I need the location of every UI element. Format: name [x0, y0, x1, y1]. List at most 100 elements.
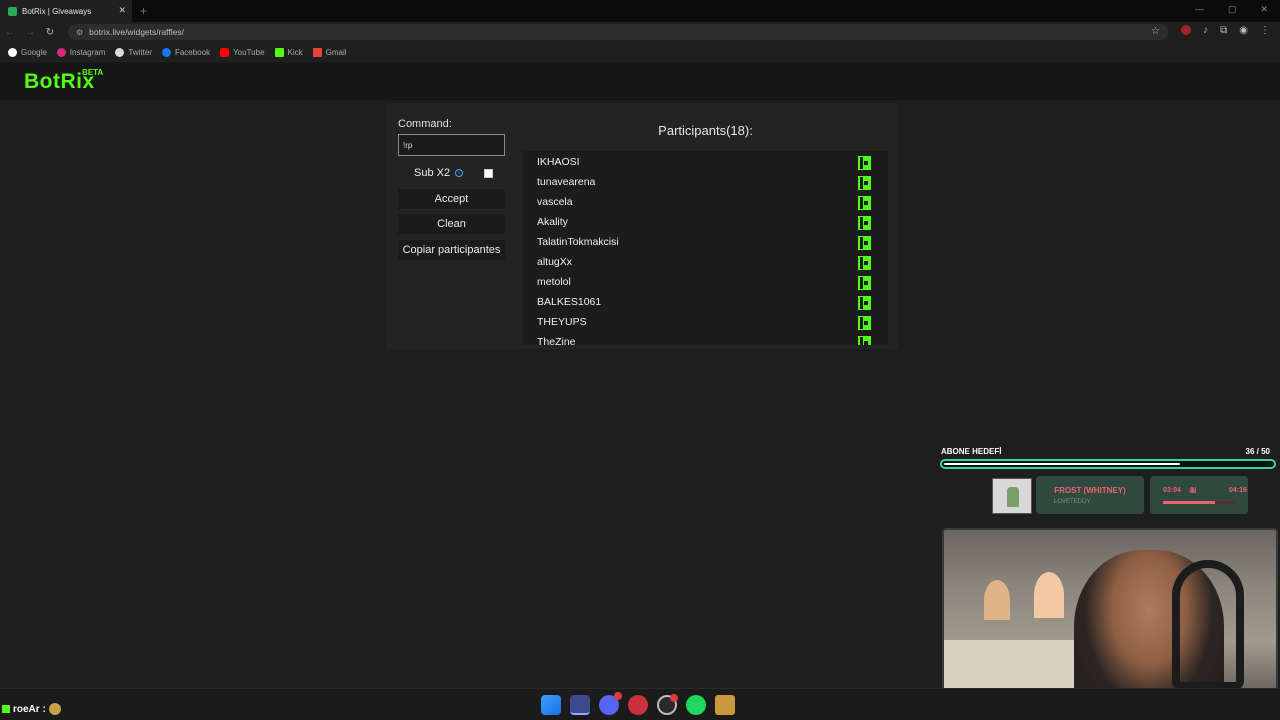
participant-name: Akality [537, 216, 568, 228]
windows-start-icon[interactable] [541, 695, 561, 715]
spotify-icon[interactable] [686, 695, 706, 715]
sub-x2-label: Sub X2 [414, 167, 451, 179]
extension-badge-icon[interactable] [1181, 25, 1192, 35]
site-settings-icon[interactable]: ⚙ [76, 28, 83, 37]
minimize-icon[interactable]: — [1195, 4, 1204, 15]
forward-icon[interactable]: → [20, 27, 40, 38]
cartoon-figure [1034, 572, 1064, 618]
google-icon [8, 47, 17, 57]
subscriber-goal-widget: ABONE HEDEFİ 36 / 50 [940, 447, 1276, 471]
bookmark-google[interactable]: Google [8, 47, 47, 57]
browser-tab[interactable]: BotRix | Giveaways ✕ [0, 0, 132, 22]
bookmark-label: Google [21, 47, 47, 57]
taskbar-icons [541, 692, 735, 715]
app-icon[interactable] [570, 695, 590, 715]
kick-icon [2, 705, 10, 713]
participants-list[interactable]: IKHAOSI tunavearena vascela Akality TalatinT… [523, 151, 888, 345]
reload-icon[interactable]: ↻ [40, 27, 60, 38]
bookmark-gmail[interactable]: Gmail [312, 47, 347, 57]
raffle-panel: Command: Sub X2 i Accept Clean Copiar pa… [386, 103, 898, 349]
copy-participants-button[interactable]: Copiar participantes [398, 240, 505, 260]
participant-row: vascela [523, 193, 888, 213]
close-window-icon[interactable]: ✕ [1260, 4, 1268, 15]
maximize-icon[interactable]: ▢ [1228, 4, 1237, 15]
participant-name: IKHAOSI [537, 156, 580, 168]
participant-row: IKHAOSI [523, 153, 888, 173]
participant-name: THEYUPS [537, 316, 587, 328]
kick-icon [274, 47, 284, 57]
botrix-favicon-icon [8, 6, 17, 16]
participant-name: vascela [537, 196, 573, 208]
bookmark-youtube[interactable]: YouTube [220, 47, 265, 57]
discord-icon[interactable] [599, 692, 622, 715]
back-icon[interactable]: ← [0, 27, 20, 38]
song-artist: LOVETEDDY [1054, 499, 1091, 505]
kick-logo-icon [858, 236, 871, 250]
participant-row: THEYUPS [523, 313, 888, 333]
bookmark-twitter[interactable]: Twitter [115, 47, 152, 57]
kick-logo-icon [858, 216, 871, 230]
kick-logo-icon [858, 276, 871, 290]
bookmark-label: Instagram [69, 47, 106, 57]
bookmark-label: YouTube [233, 47, 265, 57]
participant-row: Akality [523, 213, 888, 233]
bookmarks-bar: Google Instagram Twitter Facebook YouTub… [0, 42, 1280, 62]
song-time-card: 03:04 ıIllıI 04:16 [1150, 476, 1248, 514]
info-circle-icon[interactable]: i [455, 169, 464, 177]
time-current: 03:04 [1163, 487, 1181, 494]
emoji-icon [48, 703, 61, 715]
notification-badge [614, 692, 622, 700]
facebook-icon [161, 47, 171, 57]
media-icon[interactable]: ♪ [1203, 25, 1208, 36]
obs-icon[interactable] [657, 694, 678, 715]
command-input[interactable] [398, 134, 505, 156]
menu-icon[interactable]: ⋮ [1260, 25, 1270, 36]
accept-button[interactable]: Accept [398, 189, 505, 209]
time-total: 04:16 [1229, 487, 1247, 494]
address-bar-row: ← → ↻ ⚙ botrix.live/widgets/raffles/ ☆ ♪… [0, 22, 1280, 42]
bookmark-instagram[interactable]: Instagram [56, 47, 106, 57]
bookmark-label: Twitter [128, 47, 152, 57]
beta-badge: BETA [82, 68, 104, 77]
site-header: BotRix BETA [0, 62, 1280, 100]
goal-count: 36 / 50 [1245, 447, 1270, 456]
url-field[interactable]: ⚙ botrix.live/widgets/raffles/ ☆ [68, 24, 1168, 40]
song-progress-track [1163, 501, 1235, 504]
clean-button[interactable]: Clean [398, 214, 505, 234]
goal-progress-fill [944, 463, 1180, 465]
participant-row: altugXx [523, 253, 888, 273]
profile-icon[interactable]: ◉ [1239, 25, 1248, 36]
kick-logo-icon [858, 336, 871, 345]
participant-row: metolol [523, 273, 888, 293]
goal-progress-track [940, 459, 1276, 469]
youtube-icon [220, 47, 230, 57]
bookmark-label: Facebook [174, 47, 211, 57]
chat-message: roeAr : [2, 703, 61, 715]
headset-icon [1172, 560, 1244, 690]
close-tab-icon[interactable]: ✕ [118, 5, 126, 16]
sub-x2-checkbox[interactable] [484, 169, 493, 178]
goal-label: ABONE HEDEFİ [941, 447, 1002, 456]
red-app-icon[interactable] [628, 695, 648, 715]
folder-app-icon[interactable] [715, 695, 735, 715]
participant-name: tunavearena [537, 176, 596, 188]
participant-row: TheZine [523, 333, 888, 345]
song-title: FROST (WHITNEY) [1054, 486, 1126, 495]
instagram-icon [56, 47, 66, 57]
bookmark-facebook[interactable]: Facebook [161, 47, 211, 57]
participant-name: TalatinTokmakcisi [537, 236, 619, 248]
kick-logo-icon [858, 296, 871, 310]
kick-logo-icon [858, 256, 871, 270]
new-tab-button[interactable]: + [140, 4, 147, 18]
bookmark-star-icon[interactable]: ☆ [1151, 26, 1160, 37]
bookmark-kick[interactable]: Kick [274, 47, 303, 57]
window-controls: — ▢ ✕ [1195, 4, 1268, 15]
kick-logo-icon [858, 176, 871, 190]
extensions-icon[interactable]: ⧉ [1220, 25, 1227, 36]
sub-x2-option: Sub X2 i [414, 167, 464, 179]
notification-badge [670, 694, 678, 702]
participant-name: TheZine [537, 336, 576, 345]
waveform-icon: ıIllıI [1189, 486, 1197, 495]
url-text: botrix.live/widgets/raffles/ [89, 27, 184, 37]
chat-user: roeAr : [13, 703, 46, 715]
